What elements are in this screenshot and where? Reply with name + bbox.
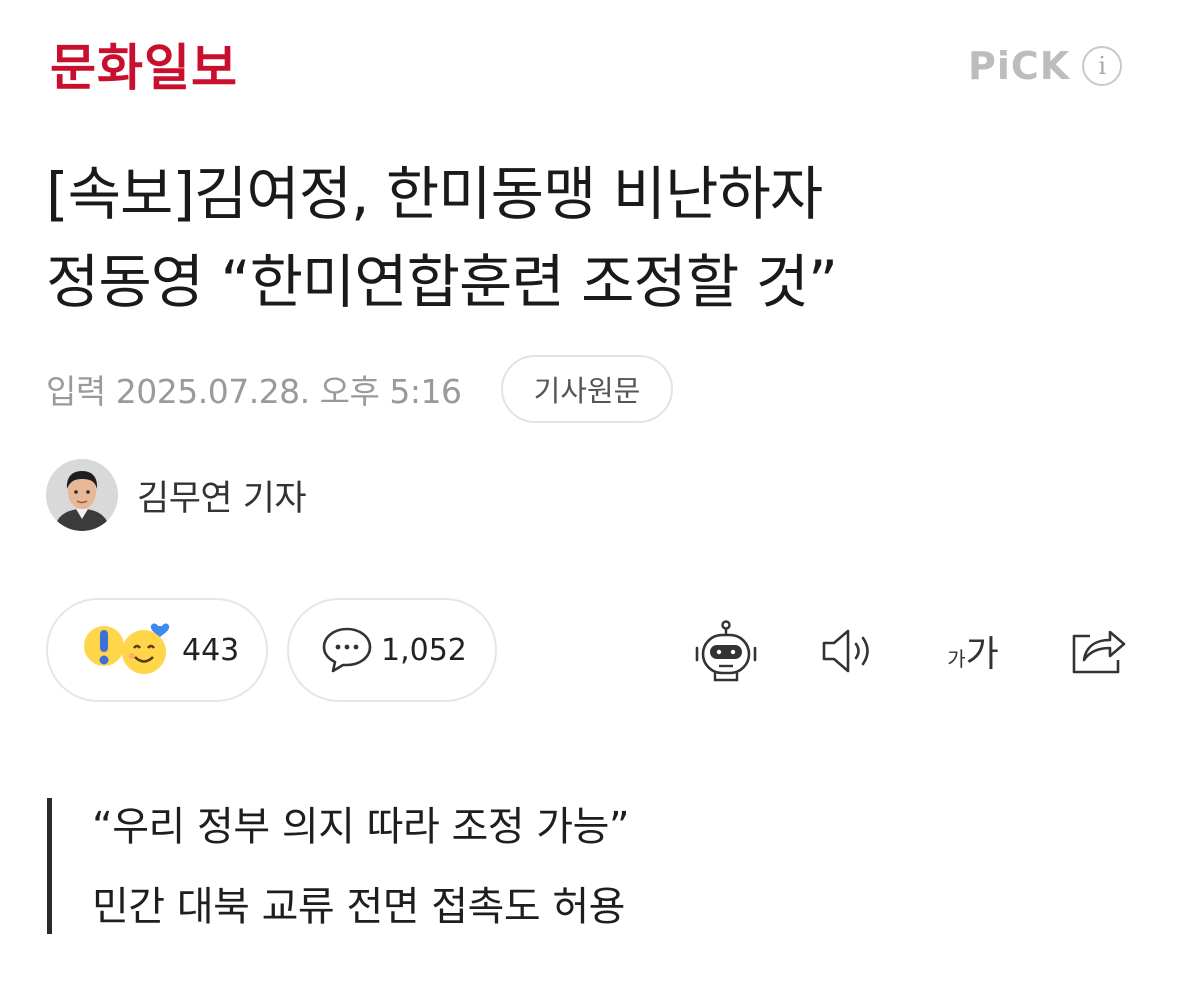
font-size-button[interactable]: 가 가 (937, 618, 1009, 684)
pick-label: PiCK (968, 44, 1071, 88)
headline-line-2: 정동영 “한미연합훈련 조정할 것” (46, 248, 838, 316)
comment-button[interactable]: 1,052 (287, 598, 497, 702)
speech-bubble-icon (322, 627, 372, 673)
robot-summary-button[interactable] (692, 618, 760, 684)
reaction-count: 443 (182, 632, 240, 668)
share-icon (1072, 630, 1126, 674)
author-avatar[interactable] (46, 459, 118, 531)
font-small-glyph: 가 (947, 647, 966, 671)
date-label: 입력 (46, 372, 106, 411)
original-article-button[interactable]: 기사원문 (501, 355, 673, 423)
font-large-glyph: 가 (965, 634, 999, 675)
brand-logo[interactable]: 문화일보 (50, 36, 238, 100)
subtitle-line-1: “우리 정부 의지 따라 조정 가능” (92, 804, 630, 850)
article-subtitle: “우리 정부 의지 따라 조정 가능” 민간 대북 교류 전면 접촉도 허용 (92, 787, 630, 947)
reaction-emoji-icons (84, 623, 170, 674)
tts-button[interactable] (818, 618, 880, 684)
share-button[interactable] (1066, 618, 1130, 684)
avatar-image (46, 459, 118, 531)
author-name[interactable]: 김무연 기자 (137, 470, 307, 521)
robot-summary-icon (695, 620, 757, 682)
smile-heart-emoji-icon (122, 623, 170, 674)
comment-count: 1,052 (381, 632, 467, 668)
font-size-icon: 가 가 (947, 625, 999, 677)
info-icon[interactable]: i (1082, 46, 1123, 86)
reaction-button[interactable]: 443 (46, 598, 268, 702)
article-headline: [속보]김여정, 한미동맹 비난하자 정동영 “한미연합훈련 조정할 것” (46, 150, 1146, 326)
pick-badge[interactable]: PiCK i (968, 44, 1123, 88)
subtitle-quote-bar (47, 798, 52, 934)
headline-line-1: [속보]김여정, 한미동맹 비난하자 (46, 160, 823, 228)
subtitle-line-2: 민간 대북 교류 전면 접촉도 허용 (92, 884, 625, 930)
date-value: 2025.07.28. 오후 5:16 (115, 372, 462, 411)
speaker-icon (822, 629, 869, 673)
exclamation-emoji-icon (84, 626, 124, 666)
publish-date: 입력 2025.07.28. 오후 5:16 (46, 365, 462, 413)
